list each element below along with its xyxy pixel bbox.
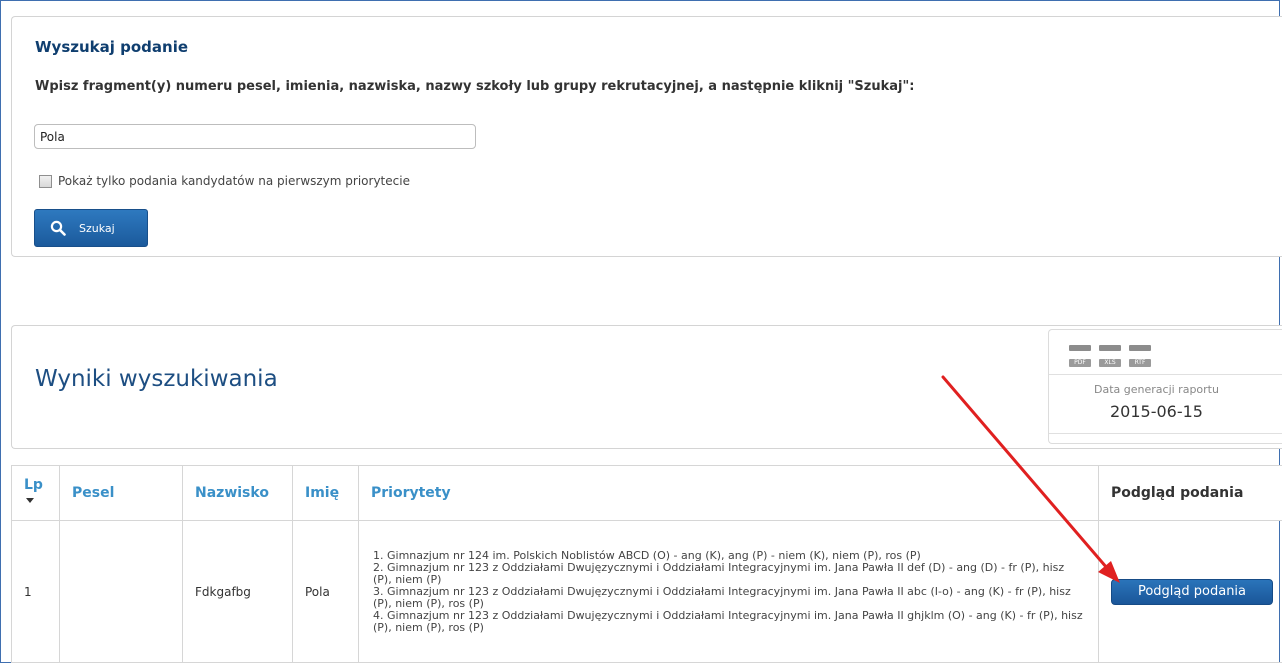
search-button-label: Szukaj	[79, 221, 115, 235]
results-title: Wyniki wyszukiwania	[35, 366, 278, 392]
column-header-lp-label: Lp	[24, 476, 43, 493]
sort-desc-icon[interactable]	[26, 497, 34, 503]
first-priority-filter[interactable]: Pokaż tylko podania kandydatów na pierws…	[39, 173, 410, 189]
rtf-tag: RTF	[1129, 359, 1151, 367]
cell-lp: 1	[11, 520, 60, 663]
first-priority-label: Pokaż tylko podania kandydatów na pierws…	[58, 174, 410, 188]
priority-item: 4. Gimnazjum nr 123 z Oddziałami Dwujęzy…	[373, 608, 1083, 634]
export-buttons: PDF XLS RTF	[1069, 342, 1151, 368]
column-header-imie[interactable]: Imię	[292, 465, 359, 521]
preview-application-button[interactable]: Podgląd podania	[1111, 578, 1273, 605]
divider	[1049, 433, 1282, 434]
cell-priorytety: 1. Gimnazjum nr 124 im. Polskich Noblist…	[358, 520, 1099, 663]
report-date: 2015-06-15	[1110, 402, 1203, 421]
search-icon	[50, 220, 66, 236]
xls-icon[interactable]: XLS	[1099, 342, 1121, 368]
column-header-priorytety[interactable]: Priorytety	[358, 465, 1099, 521]
priority-item: 2. Gimnazjum nr 123 z Oddziałami Dwujęzy…	[373, 560, 1065, 586]
search-panel: Wyszukaj podanie Wpisz fragment(y) numer…	[11, 16, 1282, 257]
results-table: Lp Pesel Nazwisko Imię Priorytety Podglą…	[11, 465, 1282, 663]
cell-imie: Pola	[292, 520, 359, 663]
xls-tag: XLS	[1099, 359, 1121, 367]
column-header-pesel[interactable]: Pesel	[59, 465, 183, 521]
table-header-row: Lp Pesel Nazwisko Imię Priorytety Podglą…	[11, 465, 1282, 521]
priority-item: 1. Gimnazjum nr 124 im. Polskich Noblist…	[373, 548, 921, 562]
search-button[interactable]: Szukaj	[34, 209, 148, 247]
pdf-tag: PDF	[1069, 359, 1091, 367]
search-title: Wyszukaj podanie	[35, 38, 189, 56]
column-header-nazwisko[interactable]: Nazwisko	[182, 465, 293, 521]
results-panel: Wyniki wyszukiwania PDF XLS RTF Data gen…	[11, 325, 1282, 449]
pdf-icon[interactable]: PDF	[1069, 342, 1091, 368]
report-box: PDF XLS RTF Data generacji raportu 2015-…	[1048, 329, 1282, 444]
cell-podglad: Podgląd podania	[1098, 520, 1282, 663]
first-priority-checkbox[interactable]	[39, 174, 52, 188]
search-input[interactable]	[34, 124, 476, 149]
rtf-icon[interactable]: RTF	[1129, 342, 1151, 368]
column-header-lp[interactable]: Lp	[11, 465, 60, 521]
table-row: 1 Fdkgafbg Pola 1. Gimnazjum nr 124 im. …	[11, 520, 1282, 663]
cell-nazwisko: Fdkgafbg	[182, 520, 293, 663]
priority-item: 3. Gimnazjum nr 123 z Oddziałami Dwujęzy…	[373, 584, 1071, 610]
divider	[1049, 374, 1282, 375]
cell-pesel	[59, 520, 183, 663]
search-instruction: Wpisz fragment(y) numeru pesel, imienia,…	[35, 79, 915, 94]
report-date-label: Data generacji raportu	[1094, 383, 1219, 396]
column-header-podglad: Podgląd podania	[1098, 465, 1282, 521]
